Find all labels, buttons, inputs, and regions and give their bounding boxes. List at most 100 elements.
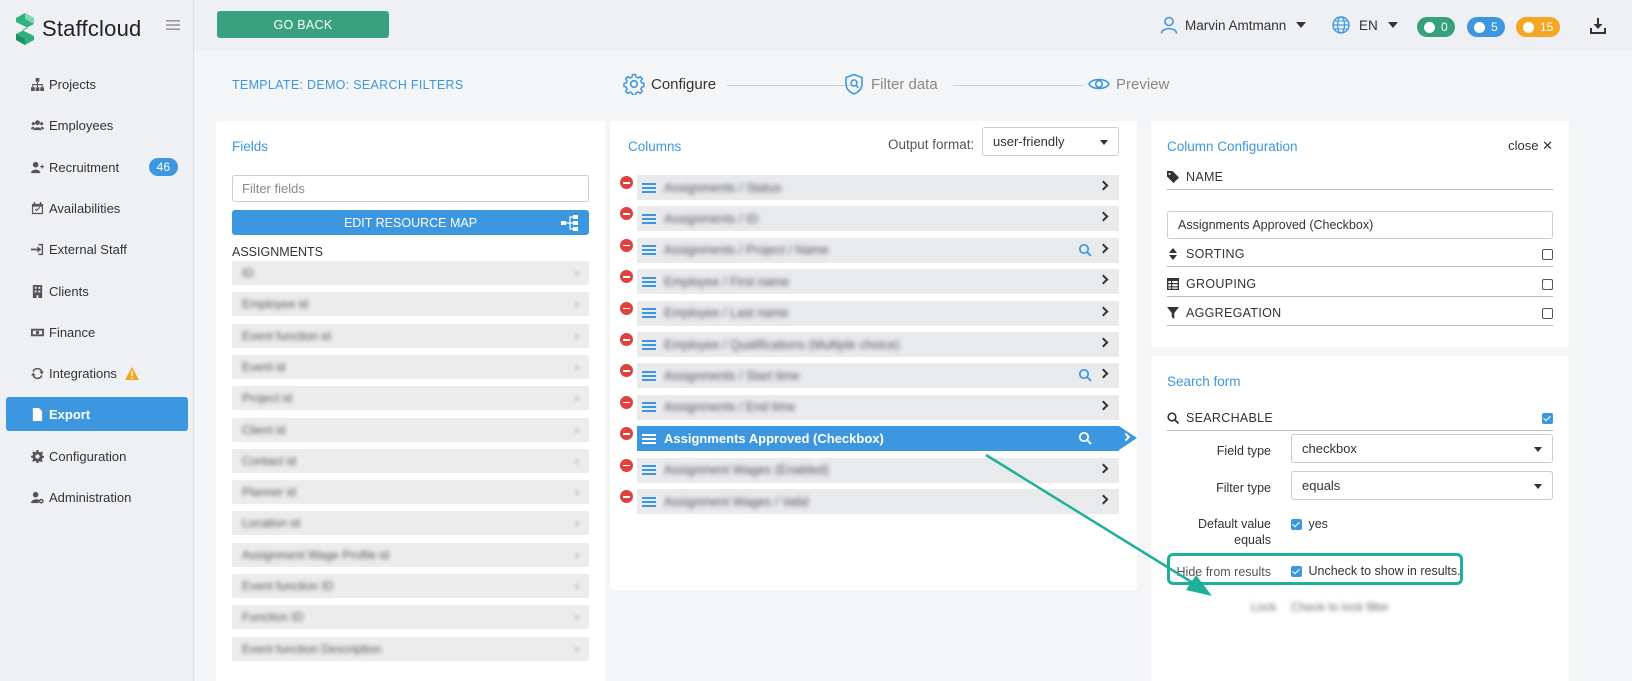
grouping-checkbox[interactable] [1542, 279, 1553, 290]
remove-column-icon[interactable] [620, 301, 633, 315]
column-row[interactable]: Assignments / ID [620, 206, 1119, 232]
aggregation-checkbox[interactable] [1542, 308, 1553, 319]
field-row[interactable]: Event function Description › [232, 636, 589, 661]
column-row[interactable]: Assignment Wages / Valid [620, 489, 1119, 514]
chevron-right-icon[interactable] [1098, 337, 1109, 348]
column-row[interactable]: Assignments Approved (Checkbox) [620, 426, 1137, 452]
sidebar-item-finance[interactable]: Finance [0, 312, 194, 353]
remove-column-icon[interactable] [620, 458, 633, 472]
field-type-select[interactable]: checkbox [1291, 434, 1553, 463]
menu-toggle-icon[interactable] [166, 18, 180, 36]
drag-handle-icon[interactable] [642, 495, 656, 509]
column-row[interactable]: Assignments / Status [620, 175, 1119, 200]
column-row-bar[interactable]: Employee / Qualifications (Multiple choi… [637, 332, 1119, 357]
sidebar-item-external-staff[interactable]: External Staff [0, 229, 194, 270]
field-row[interactable]: Client id › [232, 417, 589, 442]
default-value-checkbox[interactable] [1291, 519, 1302, 531]
step-configure[interactable]: Configure [623, 73, 716, 95]
column-row-bar[interactable]: Assignments / Status [637, 175, 1119, 200]
column-row-bar[interactable]: Assignment Wages / Valid [637, 489, 1119, 514]
field-row[interactable]: Contact id › [232, 448, 589, 473]
remove-column-icon[interactable] [620, 333, 633, 346]
notifications-pill[interactable]: 5 [1467, 17, 1505, 37]
column-row-bar[interactable]: Assignments / End time [637, 394, 1119, 420]
remove-column-icon[interactable] [620, 427, 633, 441]
drag-handle-icon[interactable] [642, 306, 656, 320]
field-row[interactable]: Employee id › [232, 292, 589, 317]
remove-column-icon[interactable] [620, 207, 633, 221]
chevron-right-icon[interactable] [1098, 243, 1109, 254]
remove-column-icon[interactable] [620, 395, 633, 409]
go-back-button[interactable]: GO BACK [217, 11, 389, 38]
edit-resource-map-button[interactable]: EDIT RESOURCE MAP [232, 210, 589, 235]
sidebar-item-clients[interactable]: Clients [0, 270, 194, 311]
chevron-right-icon[interactable] [1098, 274, 1109, 285]
column-row[interactable]: Assignment Wages (Enabled) [620, 457, 1119, 483]
column-name-input[interactable] [1167, 211, 1553, 239]
drag-handle-icon[interactable] [642, 243, 656, 257]
column-row[interactable]: Employee / Qualifications (Multiple choi… [620, 332, 1119, 357]
filter-fields-input[interactable] [232, 175, 589, 202]
searchable-checkbox[interactable] [1542, 413, 1553, 424]
field-row[interactable]: Location id › [232, 511, 589, 536]
messages-pill[interactable]: 0 [1417, 17, 1455, 37]
column-row-bar[interactable]: Assignments Approved (Checkbox) [637, 426, 1137, 452]
remove-column-icon[interactable] [620, 364, 633, 378]
column-row-bar[interactable]: Assignments / Start time [637, 363, 1119, 389]
remove-column-icon[interactable] [620, 270, 633, 284]
field-row[interactable]: Project id › [232, 386, 589, 411]
drag-handle-icon[interactable] [642, 463, 656, 477]
step-filter-data[interactable]: Filter data [843, 73, 938, 95]
column-row-bar[interactable]: Employee / Last name [637, 300, 1119, 326]
lock-text[interactable]: Check to lock filter [1291, 600, 1389, 614]
chevron-right-icon[interactable] [1098, 400, 1109, 411]
drag-handle-icon[interactable] [642, 275, 656, 289]
hide-from-results-checkbox[interactable] [1291, 566, 1302, 578]
output-format-select[interactable]: user-friendly [982, 127, 1119, 156]
sidebar-item-integrations[interactable]: Integrations [0, 353, 194, 394]
step-preview[interactable]: Preview [1088, 73, 1169, 95]
user-menu[interactable]: Marvin Amtmann [1160, 16, 1307, 34]
close-button[interactable]: close ✕ [1508, 138, 1553, 154]
sidebar-item-projects[interactable]: Projects [0, 64, 194, 105]
sidebar-item-recruitment[interactable]: Recruitment 46 [0, 147, 194, 188]
language-selector[interactable]: EN [1332, 16, 1398, 34]
remove-column-icon[interactable] [620, 490, 633, 503]
sidebar-item-administration[interactable]: Administration [0, 477, 194, 518]
chevron-right-icon[interactable] [1098, 463, 1109, 474]
drag-handle-icon[interactable] [642, 432, 656, 446]
column-row[interactable]: Assignments / Start time [620, 363, 1119, 389]
chevron-right-icon[interactable] [1098, 306, 1109, 317]
sidebar-item-employees[interactable]: Employees [0, 105, 194, 146]
sidebar-item-configuration[interactable]: Configuration [0, 435, 194, 476]
field-row[interactable]: ID › [232, 261, 589, 285]
drag-handle-icon[interactable] [642, 181, 656, 195]
column-row-bar[interactable]: Assignments / Project / Name [637, 237, 1119, 263]
column-row[interactable]: Employee / First name [620, 269, 1119, 295]
chevron-right-icon[interactable] [1098, 368, 1109, 379]
chevron-right-icon[interactable] [1098, 211, 1109, 222]
drag-handle-icon[interactable] [642, 369, 656, 383]
remove-column-icon[interactable] [620, 238, 633, 252]
column-row[interactable]: Employee / Last name [620, 300, 1119, 326]
chevron-right-icon[interactable] [1098, 180, 1109, 191]
field-row[interactable]: Function ID › [232, 605, 589, 630]
drag-handle-icon[interactable] [642, 212, 656, 226]
download-icon[interactable] [1590, 18, 1606, 34]
filter-type-select[interactable]: equals [1291, 471, 1553, 500]
drag-handle-icon[interactable] [642, 400, 656, 414]
field-row[interactable]: Event id › [232, 354, 589, 379]
sorting-checkbox[interactable] [1542, 249, 1553, 260]
column-row[interactable]: Assignments / Project / Name [620, 237, 1119, 263]
sidebar-item-export[interactable]: Export [6, 397, 188, 432]
field-row[interactable]: Planner id › [232, 480, 589, 505]
column-row-bar[interactable]: Employee / First name [637, 269, 1119, 295]
pending-pill[interactable]: 15 [1516, 17, 1561, 37]
column-row[interactable]: Assignments / End time [620, 394, 1119, 420]
sidebar-item-availabilities[interactable]: Availabilities [0, 188, 194, 229]
logo[interactable]: Staffcloud [14, 12, 141, 46]
chevron-right-icon[interactable] [1098, 494, 1109, 505]
field-row[interactable]: Event function ID › [232, 574, 589, 598]
column-row-bar[interactable]: Assignment Wages (Enabled) [637, 457, 1119, 483]
field-row[interactable]: Event function id › [232, 323, 589, 348]
